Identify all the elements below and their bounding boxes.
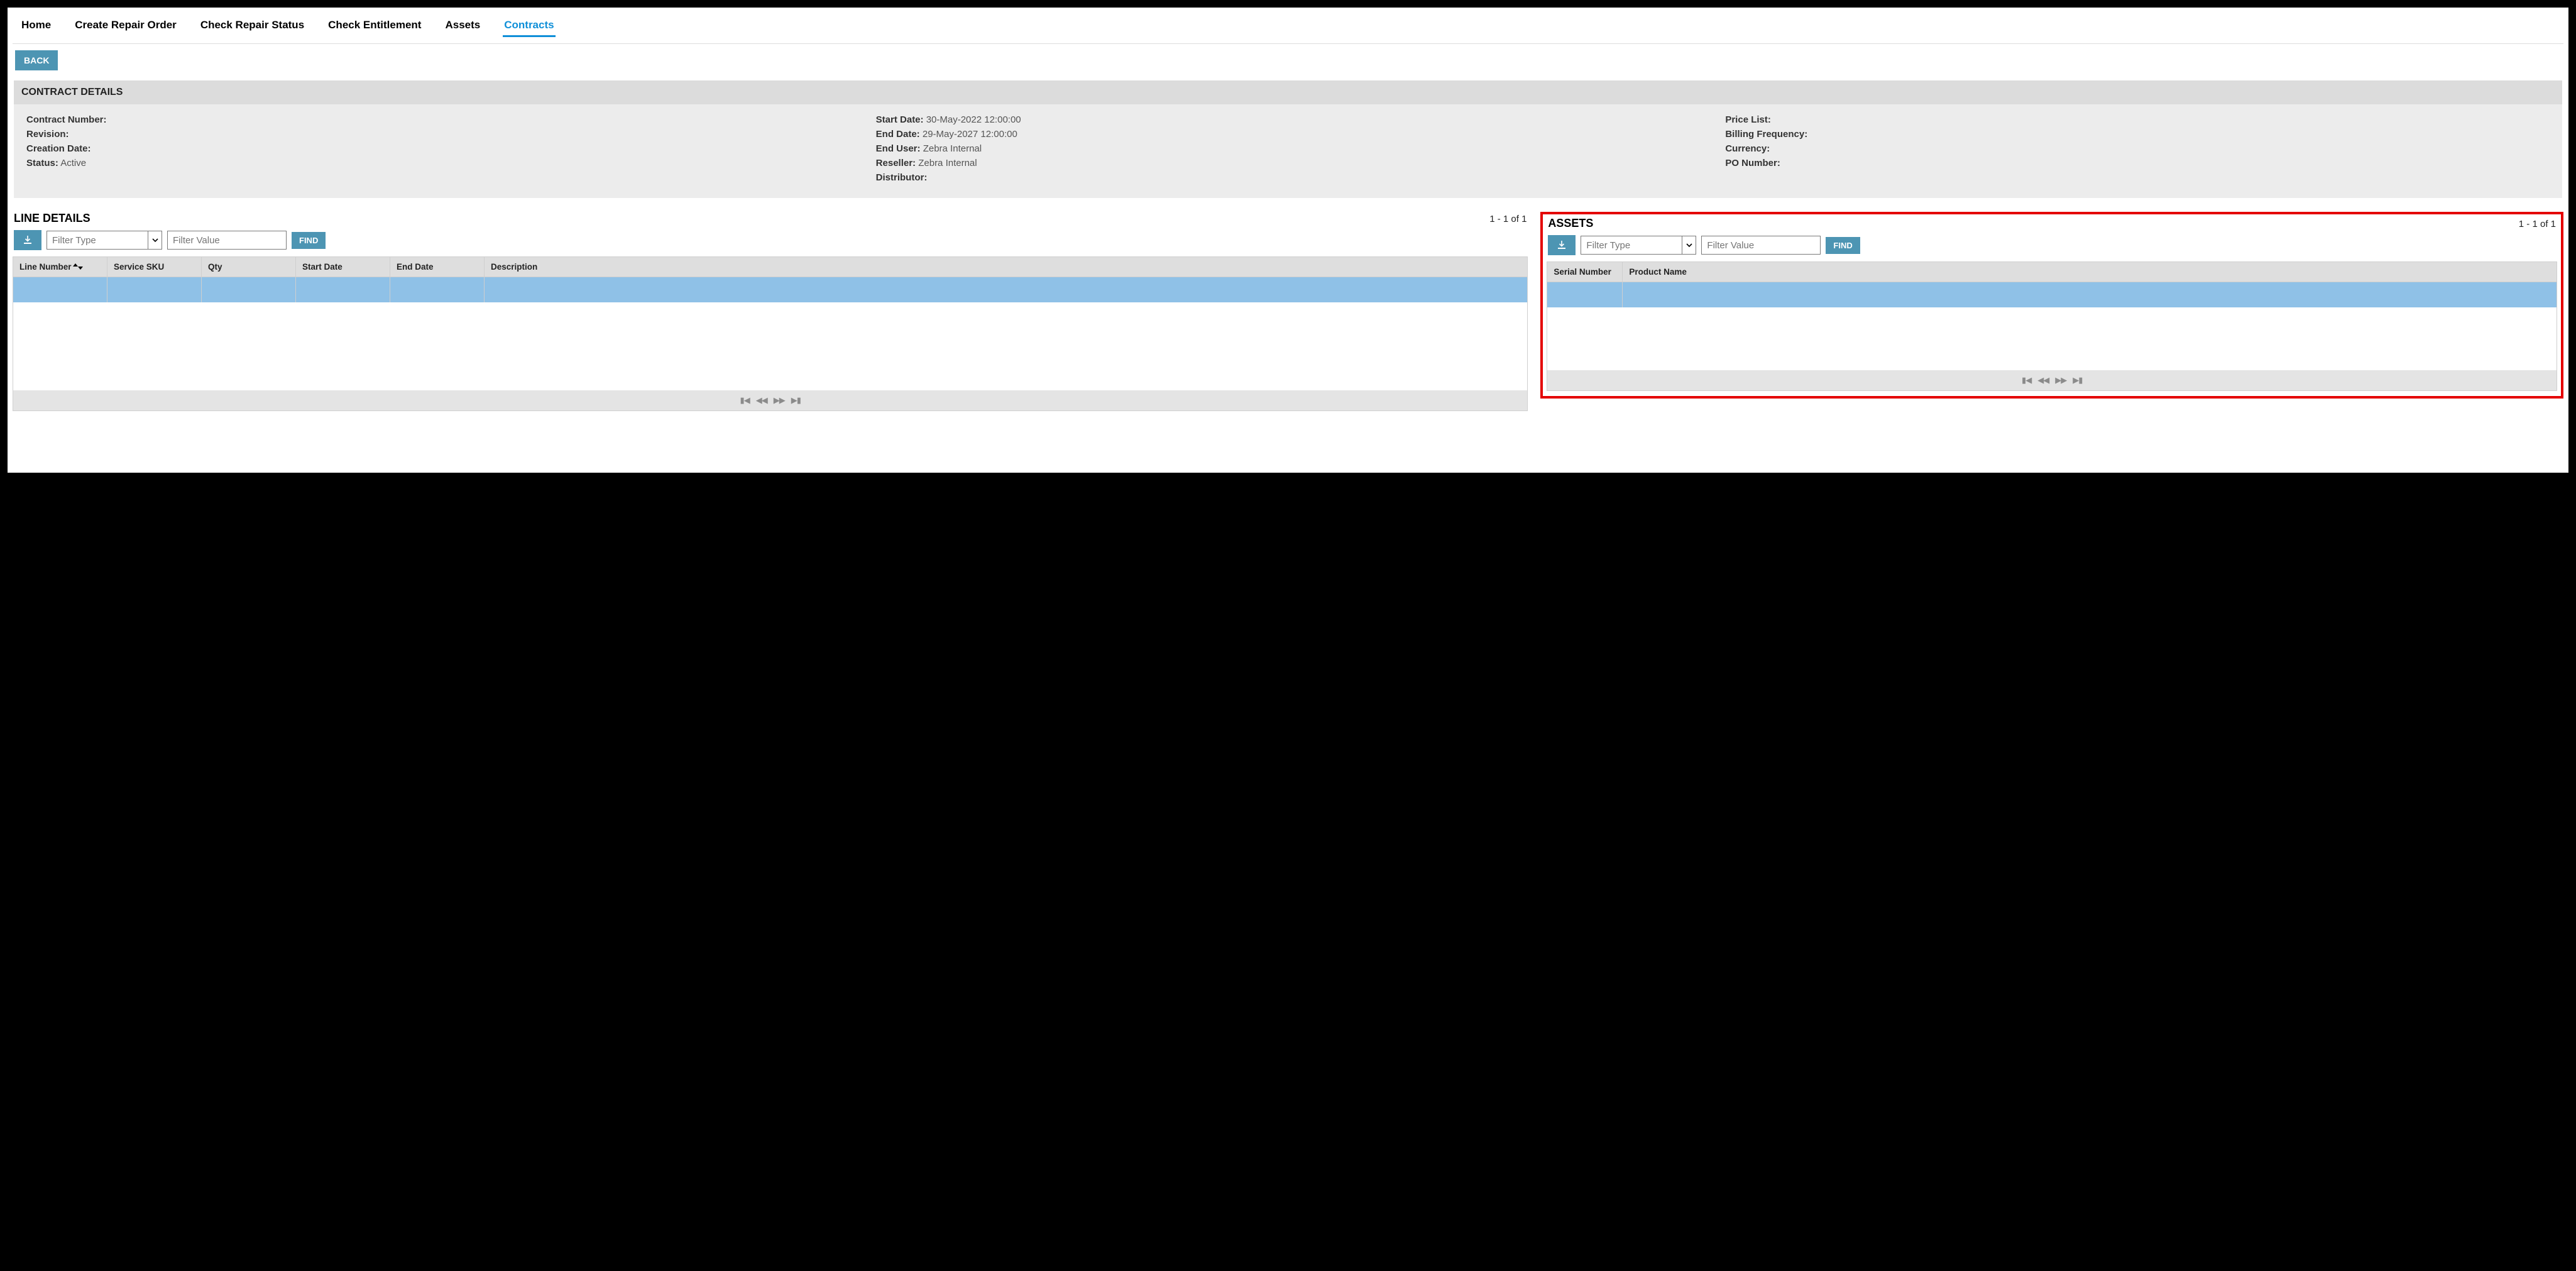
label-end-date: End Date: — [876, 129, 920, 140]
back-row: BACK — [13, 44, 2563, 77]
label-po-number: PO Number: — [1725, 158, 1780, 168]
cell-serial-number — [1547, 282, 1623, 307]
sort-indicator-icon — [73, 263, 83, 270]
line-details-download-button[interactable] — [14, 230, 41, 250]
download-icon — [1557, 240, 1567, 250]
line-details-grid: Line Number Service SKU Qty Start Date E… — [13, 256, 1528, 411]
assets-filter-value-input[interactable] — [1701, 236, 1821, 255]
assets-block: ASSETS 1 - 1 of 1 FIND — [1540, 212, 2563, 399]
line-details-filter-type-select[interactable] — [47, 231, 162, 250]
details-col-2: Start Date: 30-May-2022 12:00:00 End Dat… — [876, 114, 1701, 187]
pager-prev-icon[interactable]: ◀◀ — [2037, 375, 2049, 385]
line-details-empty-area — [13, 302, 1527, 390]
value-start-date: 30-May-2022 12:00:00 — [926, 114, 1021, 125]
col-end-date[interactable]: End Date — [390, 257, 485, 277]
line-details-row[interactable] — [13, 277, 1527, 302]
assets-pager: ▮◀ ◀◀ ▶▶ ▶▮ — [1547, 370, 2557, 390]
line-details-pager: ▮◀ ◀◀ ▶▶ ▶▮ — [13, 390, 1527, 410]
pager-last-icon[interactable]: ▶▮ — [2073, 375, 2082, 385]
nav-home[interactable]: Home — [20, 15, 52, 37]
label-creation-date: Creation Date: — [26, 143, 91, 154]
line-details-filter-value-input[interactable] — [167, 231, 287, 250]
cell-start-date — [296, 277, 390, 302]
download-icon — [23, 235, 33, 245]
label-revision: Revision: — [26, 129, 69, 140]
col-start-date[interactable]: Start Date — [296, 257, 390, 277]
line-details-filter-row: FIND — [13, 229, 1528, 256]
col-line-number-label: Line Number — [19, 262, 72, 272]
assets-grid-header: Serial Number Product Name — [1547, 262, 2557, 282]
assets-count: 1 - 1 of 1 — [2519, 219, 2556, 229]
col-description[interactable]: Description — [485, 257, 1527, 277]
contract-details-panel: CONTRACT DETAILS Contract Number: Revisi… — [14, 80, 2562, 198]
line-details-find-button[interactable]: FIND — [292, 232, 326, 249]
nav-create-repair-order[interactable]: Create Repair Order — [74, 15, 178, 37]
line-details-title-row: LINE DETAILS 1 - 1 of 1 — [13, 212, 1528, 229]
pager-last-icon[interactable]: ▶▮ — [791, 395, 801, 405]
line-details-count: 1 - 1 of 1 — [1489, 214, 1526, 224]
line-details-block: LINE DETAILS 1 - 1 of 1 FIND — [13, 212, 1528, 411]
pager-next-icon[interactable]: ▶▶ — [774, 395, 785, 405]
line-details-filter-type-input[interactable] — [47, 231, 148, 249]
label-reseller: Reseller: — [876, 158, 916, 168]
col-serial-number[interactable]: Serial Number — [1547, 262, 1623, 282]
label-billing-frequency: Billing Frequency: — [1725, 129, 1807, 140]
value-status: Active — [60, 158, 86, 168]
cell-description — [485, 277, 1527, 302]
assets-title: ASSETS — [1548, 217, 1593, 230]
assets-find-button[interactable]: FIND — [1826, 237, 1860, 254]
pager-next-icon[interactable]: ▶▶ — [2055, 375, 2066, 385]
assets-grid: Serial Number Product Name ▮◀ ◀◀ ▶▶ ▶▮ — [1547, 261, 2557, 391]
label-currency: Currency: — [1725, 143, 1770, 154]
nav-check-repair-status[interactable]: Check Repair Status — [199, 15, 305, 37]
assets-title-row: ASSETS 1 - 1 of 1 — [1547, 217, 2557, 234]
chevron-down-icon[interactable] — [148, 231, 162, 249]
col-qty[interactable]: Qty — [202, 257, 296, 277]
cell-product-name — [1623, 282, 2557, 307]
assets-download-button[interactable] — [1548, 235, 1576, 255]
assets-filter-type-select[interactable] — [1581, 236, 1696, 255]
pager-prev-icon[interactable]: ◀◀ — [756, 395, 767, 405]
col-line-number[interactable]: Line Number — [13, 257, 107, 277]
col-product-name[interactable]: Product Name — [1623, 262, 2557, 282]
cell-line-number — [13, 277, 107, 302]
label-status: Status: — [26, 158, 58, 168]
chevron-down-icon[interactable] — [1682, 236, 1696, 254]
nav-assets[interactable]: Assets — [444, 15, 481, 37]
assets-filter-type-input[interactable] — [1581, 236, 1682, 254]
contract-details-body: Contract Number: Revision: Creation Date… — [14, 104, 2562, 198]
app-root: Home Create Repair Order Check Repair St… — [8, 8, 2568, 473]
value-end-user: Zebra Internal — [923, 143, 982, 154]
pager-first-icon[interactable]: ▮◀ — [2022, 375, 2031, 385]
label-price-list: Price List: — [1725, 114, 1771, 125]
tables-row: LINE DETAILS 1 - 1 of 1 FIND — [13, 212, 2563, 411]
assets-row[interactable] — [1547, 282, 2557, 307]
line-details-title: LINE DETAILS — [14, 212, 90, 225]
top-nav: Home Create Repair Order Check Repair St… — [13, 13, 2563, 44]
label-start-date: Start Date: — [876, 114, 924, 125]
cell-qty — [202, 277, 296, 302]
details-col-3: Price List: Billing Frequency: Currency:… — [1725, 114, 2550, 187]
cell-end-date — [390, 277, 485, 302]
assets-empty-area — [1547, 307, 2557, 370]
label-distributor: Distributor: — [876, 172, 928, 183]
label-end-user: End User: — [876, 143, 921, 154]
line-details-grid-header: Line Number Service SKU Qty Start Date E… — [13, 257, 1527, 277]
nav-check-entitlement[interactable]: Check Entitlement — [327, 15, 422, 37]
cell-service-sku — [107, 277, 202, 302]
col-service-sku[interactable]: Service SKU — [107, 257, 202, 277]
nav-contracts[interactable]: Contracts — [503, 15, 555, 37]
assets-filter-row: FIND — [1547, 234, 2557, 261]
contract-details-header: CONTRACT DETAILS — [14, 80, 2562, 104]
value-reseller: Zebra Internal — [918, 158, 977, 168]
pager-first-icon[interactable]: ▮◀ — [740, 395, 750, 405]
label-contract-number: Contract Number: — [26, 114, 107, 125]
value-end-date: 29-May-2027 12:00:00 — [923, 129, 1017, 140]
details-col-1: Contract Number: Revision: Creation Date… — [26, 114, 851, 187]
back-button[interactable]: BACK — [15, 50, 58, 70]
